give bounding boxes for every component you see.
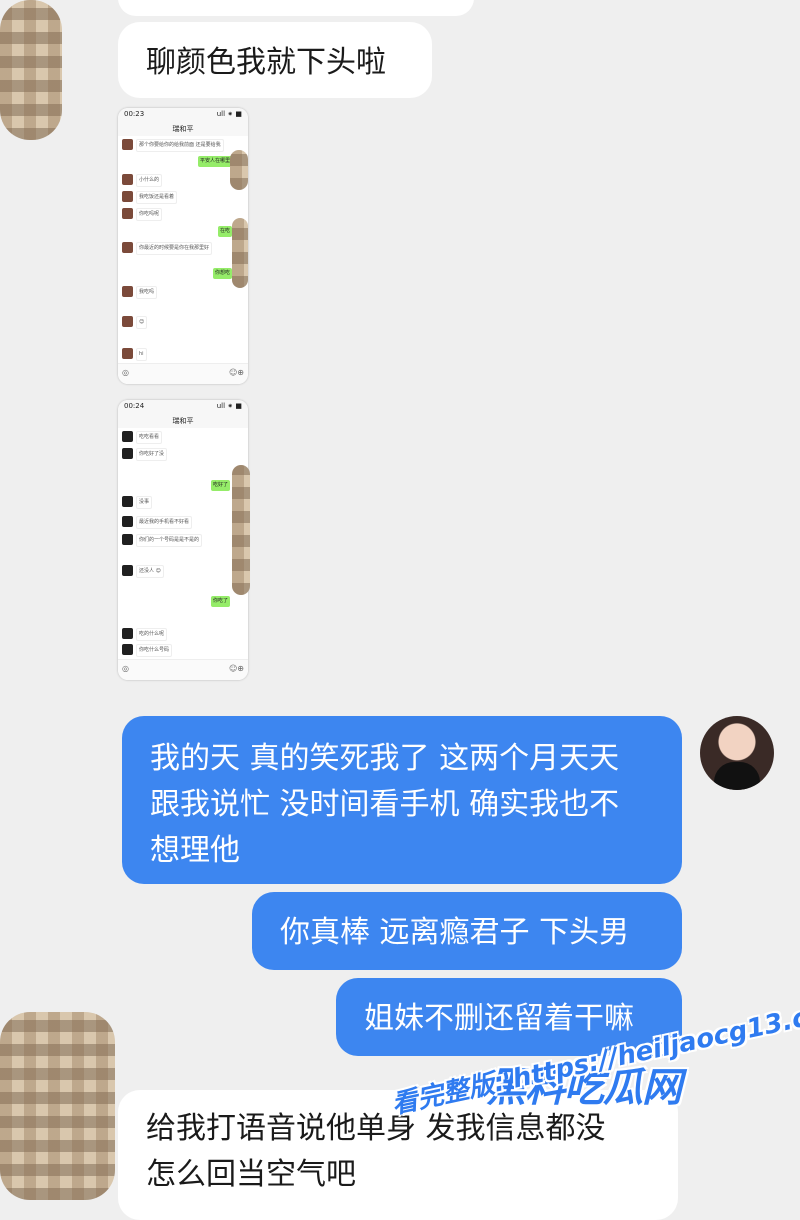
screenshot-time: 00:24 bbox=[124, 402, 145, 410]
screenshot-msg: 还没人 😊 bbox=[136, 565, 164, 578]
avatar bbox=[122, 316, 133, 327]
screenshot-msg: 😊 bbox=[136, 316, 148, 329]
screenshot-msg: 小什么的 bbox=[136, 174, 163, 187]
screenshot-msg: 你吃什么号码 bbox=[136, 644, 173, 657]
avatar bbox=[122, 565, 133, 576]
screenshot-input-bar: ◎ ☺⊕ bbox=[118, 659, 248, 680]
blurred-edge-2 bbox=[232, 218, 248, 288]
screenshot-input-bar: ◎ ☺⊕ bbox=[118, 363, 248, 384]
outgoing-message-1[interactable]: 我的天 真的笑死我了 这两个月天天 跟我说忙 没时间看手机 确实我也不 想理他 bbox=[122, 716, 682, 884]
avatar bbox=[122, 628, 133, 639]
screenshot-msg: 你们的一个号码是是不是的 bbox=[136, 534, 203, 547]
message-text: 姐妹不删还留着干嘛 bbox=[364, 1001, 634, 1036]
avatar bbox=[122, 496, 133, 507]
outgoing-message-2[interactable]: 你真棒 远离瘾君子 下头男 bbox=[252, 892, 682, 970]
avatar bbox=[122, 139, 133, 150]
screenshot-contact-name: 瑞和平 bbox=[172, 417, 194, 425]
avatar bbox=[122, 516, 133, 527]
avatar bbox=[122, 174, 133, 185]
screenshot-msg: 那个你要给你的给我前面 还是要给我 bbox=[136, 139, 224, 152]
emoji-plus-icon: ☺⊕ bbox=[228, 664, 244, 673]
avatar bbox=[122, 208, 133, 219]
screenshot-msg: 吃好了 bbox=[210, 480, 230, 491]
screenshot-msg: 你吃好了没 bbox=[136, 448, 168, 461]
screenshot-msg: 我吃饭还是看着 bbox=[136, 191, 178, 204]
incoming-message-1[interactable]: 聊颜色我就下头啦 bbox=[118, 22, 432, 98]
blurred-edge-1 bbox=[230, 150, 248, 190]
blurred-avatar-top bbox=[0, 0, 62, 140]
user-avatar[interactable] bbox=[700, 716, 774, 790]
avatar bbox=[122, 286, 133, 297]
avatar bbox=[122, 644, 133, 655]
screenshot-status: ull ⁕ ■ bbox=[216, 110, 242, 118]
chat-screenshot-1[interactable]: 00:23 ull ⁕ ■ 瑞和平 那个你要给你的给我前面 还是要给我 平安人在… bbox=[118, 108, 248, 384]
message-line: 我的天 真的笑死我了 这两个月天天 bbox=[150, 741, 620, 776]
screenshot-msg: 我吃吗 bbox=[136, 286, 158, 299]
screenshot-msg: 没事 bbox=[136, 496, 153, 509]
avatar bbox=[122, 448, 133, 459]
screenshot-msg: 吃的什么呢 bbox=[136, 628, 168, 641]
screenshot-msg: 你最近的时候要是你在我那里好 bbox=[136, 242, 213, 255]
screenshot-msg: 你吃吗呢 bbox=[136, 208, 163, 221]
message-text: 你真棒 远离瘾君子 下头男 bbox=[280, 915, 630, 950]
voice-icon: ◎ bbox=[122, 368, 129, 377]
avatar bbox=[122, 348, 133, 359]
blurred-avatar-bottom bbox=[0, 1012, 115, 1200]
message-line: 怎么回当空气吧 bbox=[146, 1157, 356, 1192]
message-line: 跟我说忙 没时间看手机 确实我也不 bbox=[150, 787, 620, 822]
screenshot-msg: 平安人在哪里 bbox=[197, 156, 232, 167]
avatar bbox=[122, 534, 133, 545]
screenshot-contact-name: 瑞和平 bbox=[172, 125, 194, 133]
avatar bbox=[122, 431, 133, 442]
avatar bbox=[122, 242, 133, 253]
message-line: 想理他 bbox=[150, 833, 240, 868]
screenshot-msg: 在吃 bbox=[217, 226, 232, 237]
screenshot-status: ull ⁕ ■ bbox=[216, 402, 242, 410]
chat-screenshot-2[interactable]: 00:24 ull ⁕ ■ 瑞和平 吃吃看看 你吃好了没 吃好了 没事 最近我的… bbox=[118, 400, 248, 680]
voice-icon: ◎ bbox=[122, 664, 129, 673]
screenshot-msg: 你吃了 bbox=[210, 596, 230, 607]
avatar bbox=[122, 191, 133, 202]
screenshot-time: 00:23 bbox=[124, 110, 145, 118]
blurred-edge-3 bbox=[232, 465, 250, 595]
incoming-bubble-partial bbox=[118, 0, 474, 16]
screenshot-msg: 最近我的手机看不好看 bbox=[136, 516, 193, 529]
message-text: 聊颜色我就下头啦 bbox=[146, 45, 386, 80]
emoji-plus-icon: ☺⊕ bbox=[228, 368, 244, 377]
screenshot-msg: 你想吃 bbox=[212, 268, 232, 279]
screenshot-msg: hi bbox=[136, 348, 147, 361]
screenshot-msg: 吃吃看看 bbox=[136, 431, 163, 444]
